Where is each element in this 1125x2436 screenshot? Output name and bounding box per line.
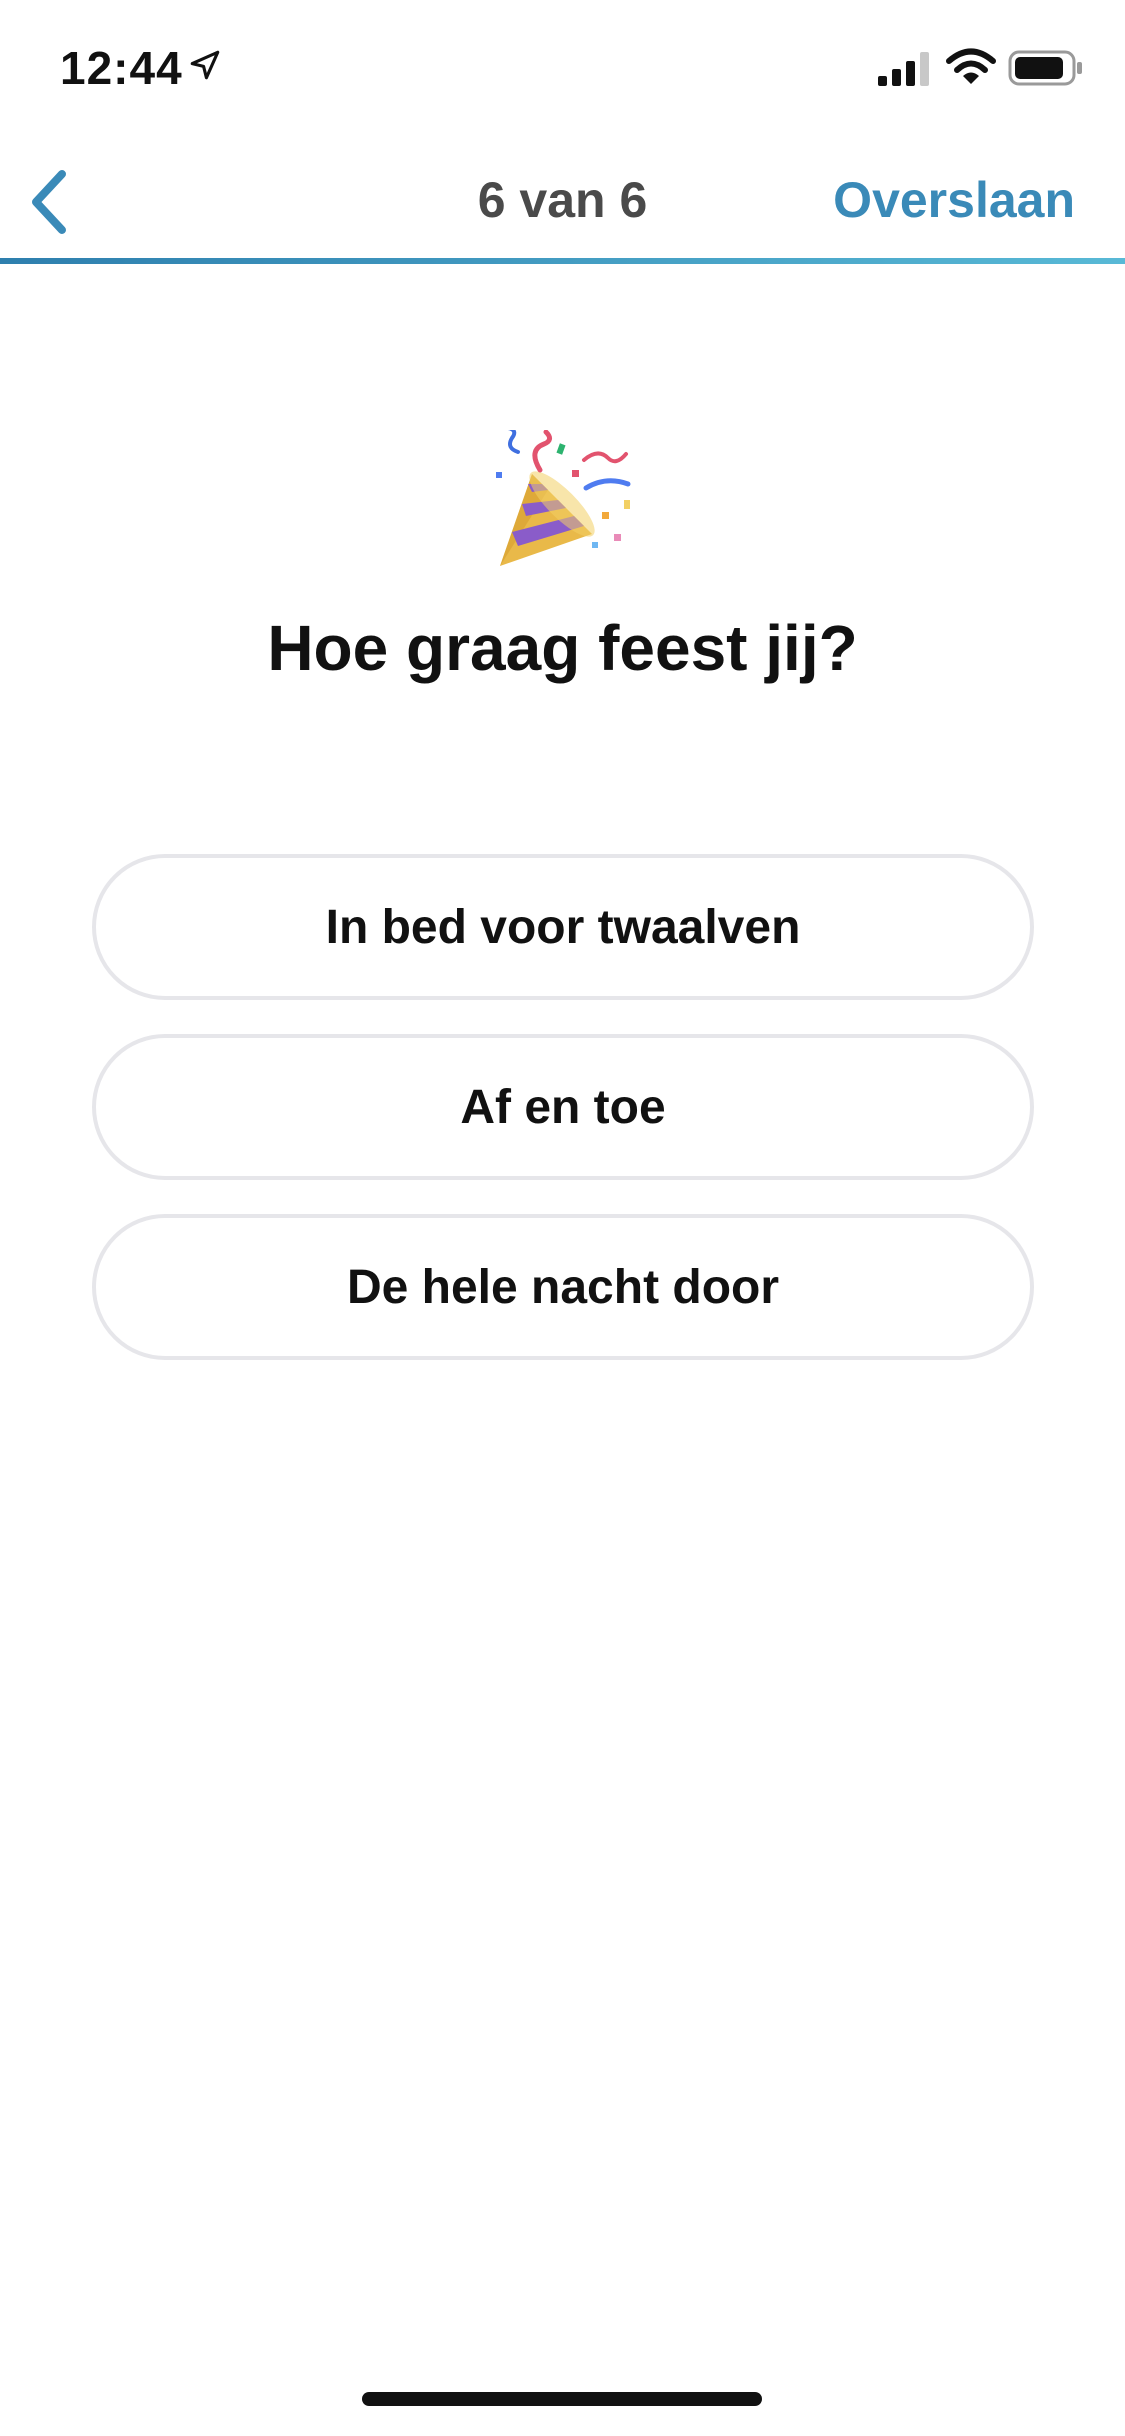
question-title: Hoe graag feest jij? xyxy=(267,612,858,684)
location-arrow-icon xyxy=(190,50,220,80)
option-button[interactable]: In bed voor twaalven xyxy=(92,854,1034,1000)
skip-button[interactable]: Overslaan xyxy=(833,170,1075,230)
option-button[interactable]: Af en toe xyxy=(92,1034,1034,1180)
status-time: 12:44 xyxy=(60,42,183,94)
answer-options: In bed voor twaalven Af en toe De hele n… xyxy=(92,854,1034,1394)
signal-bars-icon xyxy=(878,52,929,86)
progress-fill xyxy=(0,258,1125,264)
battery-icon xyxy=(1008,50,1082,86)
option-button[interactable]: De hele nacht door xyxy=(92,1214,1034,1360)
progress-bar xyxy=(0,258,1125,264)
status-bar: 12:44 xyxy=(0,0,1125,132)
party-popper-icon xyxy=(0,426,1125,580)
wifi-icon xyxy=(946,48,996,84)
home-indicator[interactable] xyxy=(362,2392,762,2406)
nav-bar: 6 van 6 Overslaan xyxy=(0,132,1125,264)
